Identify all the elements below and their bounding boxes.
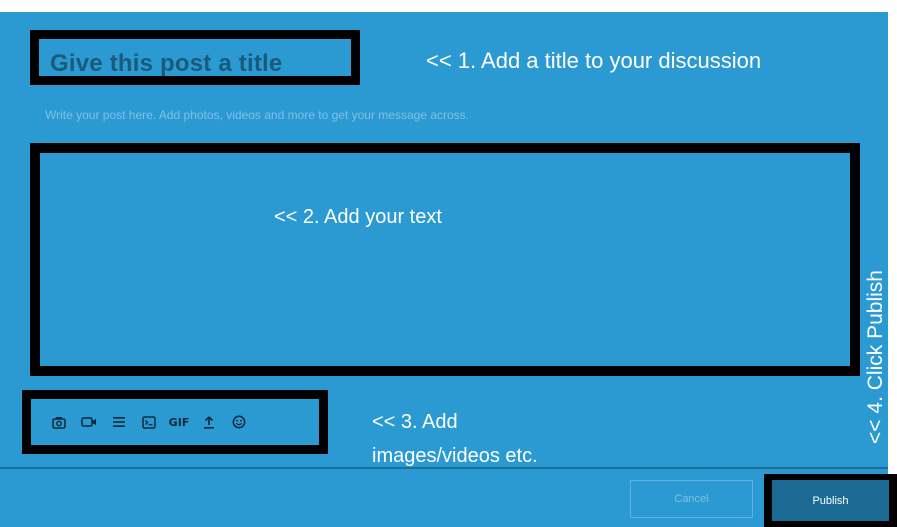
step2-annotation: << 2. Add your text: [274, 206, 442, 228]
toolbar-highlight-box: GIF: [22, 390, 328, 454]
post-body-highlight-box[interactable]: [30, 143, 860, 376]
camera-icon[interactable]: [44, 408, 74, 436]
footer-divider: [0, 467, 888, 469]
step1-annotation: << 1. Add a title to your discussion: [426, 48, 762, 73]
post-editor-panel: Give this post a title << 1. Add a title…: [0, 12, 888, 527]
gif-icon[interactable]: GIF: [164, 408, 194, 436]
divider-icon[interactable]: [104, 408, 134, 436]
emoji-icon[interactable]: [224, 408, 254, 436]
publish-highlight-box: Publish: [764, 474, 897, 527]
media-toolbar: GIF: [44, 408, 254, 436]
step4-annotation: << 4. Click Publish: [864, 270, 887, 444]
upload-icon[interactable]: [194, 408, 224, 436]
post-body-placeholder[interactable]: Write your post here. Add photos, videos…: [45, 108, 469, 122]
publish-button[interactable]: Publish: [772, 480, 889, 521]
post-title-input[interactable]: Give this post a title: [50, 50, 282, 78]
gif-label: GIF: [168, 415, 190, 429]
title-highlight-box: Give this post a title: [30, 30, 360, 85]
video-icon[interactable]: [74, 408, 104, 436]
step3-annotation: << 3. Add images/videos etc.: [372, 411, 538, 467]
cancel-button[interactable]: Cancel: [630, 480, 753, 518]
screenshot-canvas: Give this post a title << 1. Add a title…: [0, 0, 897, 527]
code-block-icon[interactable]: [134, 408, 164, 436]
